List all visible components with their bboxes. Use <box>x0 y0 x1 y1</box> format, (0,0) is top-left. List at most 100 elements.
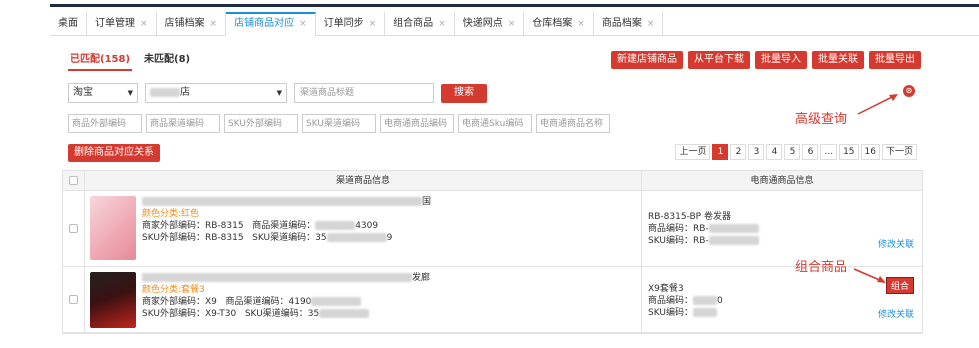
tab-order-management[interactable]: 订单管理 × <box>87 12 157 36</box>
advanced-query-icon[interactable]: ⊙ <box>903 85 915 97</box>
product-external-code-input[interactable]: 商品外部编码 <box>68 114 142 133</box>
row-checkbox[interactable] <box>69 224 78 233</box>
platform-select[interactable]: 淘宝 ▼ <box>68 83 138 103</box>
close-icon[interactable]: × <box>577 19 585 29</box>
subtab-matched[interactable]: 已匹配(158) <box>70 50 130 65</box>
table-row: 发廊 颜色分类:套餐3 商家外部编码：X9 商品渠道编码：4190 SKU外部编… <box>63 267 922 333</box>
ec-product-code-input[interactable]: 电商通商品编码 <box>380 114 454 133</box>
ec-product-code: 商品编码： <box>648 296 694 306</box>
product-title-tail: 发廊 <box>412 273 431 283</box>
tab-warehouse-archive[interactable]: 仓库档案 × <box>524 12 594 36</box>
annotation-arrow-icon <box>853 268 886 283</box>
tab-store-product-mapping[interactable]: 店铺商品对应 × <box>226 12 316 36</box>
table-row: 国 颜色分类:红色 商家外部编码：RB-8315 商品渠道编码： 4309 SKU… <box>63 191 922 267</box>
close-icon[interactable]: × <box>438 19 446 29</box>
download-from-platform-button[interactable]: 从平台下载 <box>688 51 750 69</box>
ecom-product-info: RB-8315-BP 卷发器 商品编码：RB- SKU编码：RB- <box>648 211 916 247</box>
tab-store-archive[interactable]: 店铺档案 × <box>157 12 227 36</box>
sku-line: SKU外部编码：RB-8315 SKU渠道编码：35 9 <box>142 232 431 244</box>
select-all-checkbox[interactable] <box>69 176 78 185</box>
page-button[interactable]: 15 <box>839 144 859 160</box>
prev-page-button[interactable]: 上一页 <box>675 144 711 160</box>
page-button[interactable]: 6 <box>802 144 819 160</box>
edit-link-button[interactable]: 修改关联 <box>878 307 914 320</box>
close-icon[interactable]: × <box>299 19 307 29</box>
page-button[interactable]: 4 <box>766 144 783 160</box>
redacted-text <box>692 308 717 317</box>
tab-label: 仓库档案 <box>532 18 573 29</box>
batch-link-button[interactable]: 批量关联 <box>812 51 864 69</box>
page-button[interactable]: 5 <box>784 144 801 160</box>
row-checkbox-cell <box>63 267 85 332</box>
top-bar-line <box>50 4 979 7</box>
tab-bar: 桌面 订单管理 × 店铺档案 × 店铺商品对应 × 订单同步 × 组合商品 × 快递网点 ×… <box>50 12 979 36</box>
sku-external-code-input[interactable]: SKU外部编码 <box>224 114 298 133</box>
dropdown-arrow-icon: ▼ <box>276 89 282 97</box>
row-checkbox-cell <box>63 191 85 266</box>
dropdown-arrow-icon: ▼ <box>127 89 133 97</box>
ec-product-code-tail: 0 <box>717 296 723 306</box>
delete-mapping-button[interactable]: 删除商品对应关系 <box>68 144 160 162</box>
ec-sku-code-input[interactable]: 电商通Sku编码 <box>458 114 532 133</box>
tab-combo-products[interactable]: 组合商品 × <box>385 12 455 36</box>
advanced-query-annotation: 高级查询 <box>795 112 848 127</box>
store-value-wrap: 店 <box>150 84 190 102</box>
sku-external-code: SKU外部编码：X9-T30 <box>142 309 237 319</box>
redacted-text <box>326 233 387 242</box>
batch-import-button[interactable]: 批量导入 <box>755 51 807 69</box>
close-icon[interactable]: × <box>508 19 516 29</box>
ec-sku-code: SKU编码： <box>648 308 693 318</box>
close-icon[interactable]: × <box>647 19 655 29</box>
ec-product-name-input[interactable]: 电商通商品名称 <box>536 114 610 133</box>
row-checkbox[interactable] <box>69 295 78 304</box>
new-store-product-button[interactable]: 新建店铺商品 <box>611 51 683 69</box>
filter-row-codes: 商品外部编码 商品渠道编码 SKU外部编码 SKU渠道编码 电商通商品编码 电商… <box>68 114 610 133</box>
ec-sku-line: SKU编码：RB- <box>648 235 916 247</box>
sku-channel-code: SKU渠道编码：35 <box>252 233 327 243</box>
close-icon[interactable]: × <box>210 19 218 29</box>
search-button[interactable]: 搜索 <box>441 83 487 103</box>
sku-channel-code-tail: 9 <box>386 233 393 243</box>
page-button[interactable]: 3 <box>748 144 765 160</box>
ec-sku-line: SKU编码： <box>648 307 916 319</box>
batch-export-button[interactable]: 批量导出 <box>869 51 921 69</box>
tab-desktop[interactable]: 桌面 <box>50 12 87 36</box>
tab-label: 店铺商品对应 <box>234 18 295 29</box>
channel-info-cell: 国 颜色分类:红色 商家外部编码：RB-8315 商品渠道编码： 4309 SKU… <box>85 191 642 266</box>
tab-product-archive[interactable]: 商品档案 × <box>594 12 664 36</box>
table-header: 渠道商品信息 电商通商品信息 <box>63 171 922 191</box>
sku-channel-code-input[interactable]: SKU渠道编码 <box>302 114 376 133</box>
tab-label: 订单同步 <box>323 18 364 29</box>
tab-order-sync[interactable]: 订单同步 × <box>316 12 386 36</box>
close-icon[interactable]: × <box>369 19 377 29</box>
channel-code-tail: 4309 <box>355 221 379 231</box>
redacted-text <box>315 221 356 230</box>
ecom-product-info: X9套餐3 商品编码： 0 SKU编码： <box>648 283 916 319</box>
code-line: 商家外部编码：RB-8315 商品渠道编码： 4309 <box>142 220 431 232</box>
page-button[interactable]: 16 <box>860 144 880 160</box>
filter-row-primary: 淘宝 ▼ 店 ▼ 渠道商品标题 搜索 <box>68 83 487 103</box>
combo-product-annotation: 组合商品 <box>795 260 848 275</box>
page-ellipsis: ... <box>820 144 838 160</box>
ec-product-name: RB-8315-BP 卷发器 <box>648 212 731 222</box>
product-thumbnail <box>90 272 136 328</box>
tab-express-points[interactable]: 快递网点 × <box>455 12 525 36</box>
tab-label: 桌面 <box>58 18 78 29</box>
ec-code-line: 商品编码： 0 <box>648 295 916 307</box>
store-select[interactable]: 店 ▼ <box>145 83 287 103</box>
page-button[interactable]: 2 <box>730 144 747 160</box>
next-page-button[interactable]: 下一页 <box>881 144 917 160</box>
edit-link-button[interactable]: 修改关联 <box>878 237 914 250</box>
toolbar: 新建店铺商品 从平台下载 批量导入 批量关联 批量导出 <box>611 51 921 69</box>
close-icon[interactable]: × <box>140 19 148 29</box>
product-channel-code-input[interactable]: 商品渠道编码 <box>146 114 220 133</box>
merchant-code: 商家外部编码：RB-8315 <box>142 221 244 231</box>
page-button[interactable]: 1 <box>712 144 729 160</box>
product-title: 国 <box>142 196 431 208</box>
channel-info-cell: 发廊 颜色分类:套餐3 商家外部编码：X9 商品渠道编码：4190 SKU外部编… <box>85 267 642 332</box>
subtab-unmatched[interactable]: 未匹配(8) <box>144 50 190 65</box>
redacted-text <box>708 236 759 245</box>
sku-external-code: SKU外部编码：RB-8315 <box>142 233 244 243</box>
code-line: 商家外部编码：X9 商品渠道编码：4190 <box>142 296 430 308</box>
channel-title-input[interactable]: 渠道商品标题 <box>294 83 434 103</box>
